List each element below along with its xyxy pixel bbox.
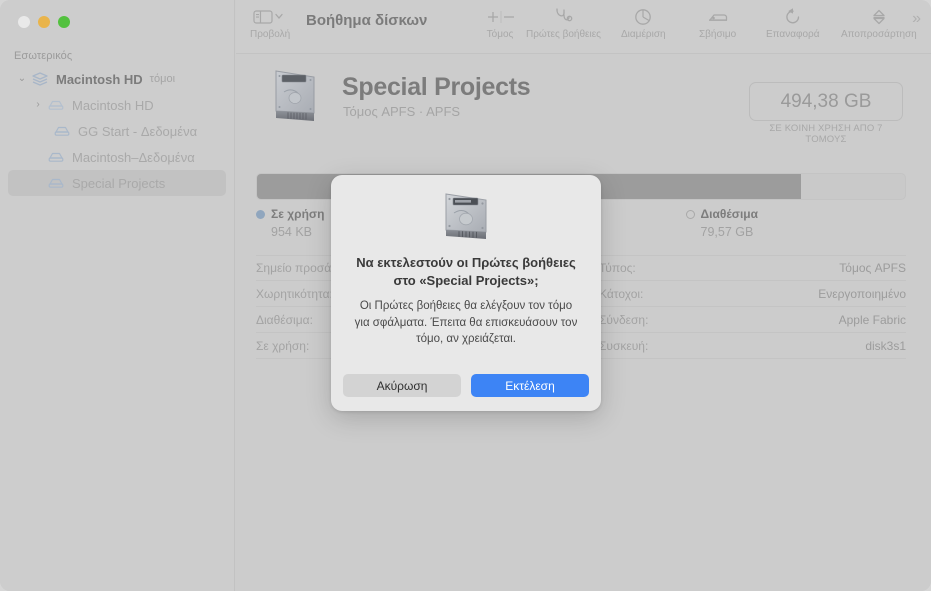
volume-subtitle: Τόμος APFS · APFS	[343, 104, 461, 119]
partition-button[interactable]: Διαμέριση	[621, 6, 666, 40]
first-aid-button[interactable]: Πρώτες βοήθειες	[526, 6, 601, 40]
detail-value: Ενεργοποιημένο	[818, 286, 906, 301]
unmount-label: Αποπροσάρτηση	[841, 29, 917, 40]
drive-icon	[46, 175, 66, 191]
window-title: Βοήθημα δίσκων	[306, 12, 428, 29]
restore-button[interactable]: Επαναφορά	[766, 6, 820, 40]
disclosure-triangle-icon[interactable]: ⌄	[14, 74, 30, 84]
detail-key: Χωρητικότητα:	[256, 286, 333, 301]
volume-button[interactable]: Τόμος	[476, 6, 524, 40]
sidebar-item-label: Special Projects	[72, 175, 166, 191]
toolbar-overflow-icon[interactable]: »	[912, 10, 921, 28]
first-aid-confirm-dialog: Να εκτελεστούν οι Πρώτες βοήθειες στο «S…	[331, 175, 601, 411]
detail-key: Διαθέσιμα:	[256, 312, 313, 327]
table-row: Σύνδεση: Apple Fabric	[599, 307, 906, 333]
sidebar-item-gg-start-data[interactable]: GG Start - Δεδομένα	[8, 118, 226, 144]
detail-key: Τύπος:	[599, 261, 636, 275]
sidebar-item-special-projects[interactable]: Special Projects	[8, 170, 226, 196]
capacity-caption: ΣΕ ΚΟΙΝΗ ΧΡΗΣΗ ΑΠΟ 7 ΤΟΜΟΥΣ	[769, 123, 883, 145]
stethoscope-icon[interactable]	[549, 6, 577, 28]
legend-item-free: Διαθέσιμα 79,57 GB	[685, 207, 759, 239]
legend-item-used: Σε χρήση 954 KB	[256, 207, 324, 239]
table-row: Συσκευή: disk3s1	[599, 333, 906, 359]
view-toggle-button[interactable]: Προβολή	[250, 6, 290, 40]
sidebar-item-label: Macintosh HD	[72, 97, 154, 113]
sidebar-item-label: GG Start - Δεδομένα	[78, 123, 198, 139]
drive-icon	[46, 149, 66, 165]
erase-label: Σβήσιμο	[699, 29, 737, 40]
pie-chart-icon[interactable]	[632, 6, 654, 28]
restore-label: Επαναφορά	[766, 29, 820, 40]
detail-value: Apple Fabric	[838, 312, 906, 327]
detail-key: Σύνδεση:	[599, 312, 649, 327]
cancel-button[interactable]: Ακύρωση	[343, 374, 461, 397]
eject-icon[interactable]	[868, 6, 890, 28]
legend-value: 79,57 GB	[700, 225, 754, 239]
window-controls	[18, 16, 70, 28]
dialog-button-row: Ακύρωση Εκτέλεση	[343, 374, 589, 397]
hard-drive-icon	[435, 189, 497, 245]
table-row: Κάτοχοι: Ενεργοποιημένο	[599, 281, 906, 307]
legend-label: Σε χρήση	[271, 207, 325, 221]
legend-swatch-free-icon	[685, 209, 695, 219]
first-aid-label: Πρώτες βοήθειες	[526, 29, 601, 40]
sidebar-item-sublabel: τόμοι	[149, 73, 176, 85]
disk-utility-window: Εσωτερικός ⌄ Macintosh HD τόμοι › Macint…	[0, 0, 931, 591]
details-column-right: Τύπος: Τόμος APFS Κάτοχοι: Ενεργοποιημέν…	[581, 255, 906, 359]
maximize-button[interactable]	[58, 16, 70, 28]
sidebar-item-label: Macintosh–Δεδομένα	[72, 149, 195, 165]
partition-label: Διαμέριση	[621, 29, 666, 40]
minimize-button[interactable]	[38, 16, 50, 28]
dialog-message: Οι Πρώτες βοήθειες θα ελέγξουν τον τόμο …	[354, 300, 578, 346]
sidebar-item-macintosh-hd[interactable]: › Macintosh HD	[8, 92, 226, 118]
toolbar: Προβολή Βοήθημα δίσκων Τόμος Πρώτες βοήθ…	[236, 0, 931, 54]
sidebar-list: ⌄ Macintosh HD τόμοι › Macintosh HD GG S…	[8, 66, 226, 196]
sidebar-item-macintosh-hd-container[interactable]: ⌄ Macintosh HD τόμοι	[8, 66, 226, 92]
disclosure-triangle-icon[interactable]: ›	[30, 100, 46, 110]
detail-key: Κάτοχοι:	[599, 286, 644, 301]
detail-value: disk3s1	[865, 338, 906, 353]
eraser-icon[interactable]	[705, 6, 731, 28]
sidebar: Εσωτερικός ⌄ Macintosh HD τόμοι › Macint…	[0, 0, 235, 591]
sidebar-item-label: Macintosh HD	[56, 71, 143, 87]
stack-icon	[30, 71, 50, 87]
sidebar-toggle-icon[interactable]	[253, 6, 287, 28]
plus-minus-icon[interactable]	[476, 6, 524, 28]
sidebar-item-macintosh-data[interactable]: Macintosh–Δεδομένα	[8, 144, 226, 170]
unmount-button[interactable]: Αποπροσάρτηση	[841, 6, 917, 40]
detail-key: Συσκευή:	[599, 338, 649, 353]
legend-value: 954 KB	[271, 225, 313, 239]
view-toggle-label: Προβολή	[250, 29, 291, 40]
volume-label: Τόμος	[486, 29, 514, 40]
sidebar-section-header: Εσωτερικός	[14, 50, 73, 62]
detail-key: Σε χρήση:	[256, 338, 310, 353]
drive-icon	[52, 123, 72, 139]
volume-title: Special Projects	[342, 73, 531, 101]
close-button[interactable]	[18, 16, 30, 28]
drive-icon	[46, 97, 66, 113]
capacity-badge: 494,38 GB	[749, 82, 903, 121]
dialog-title: Να εκτελεστούν οι Πρώτες βοήθειες στο «S…	[356, 255, 576, 288]
legend-label: Διαθέσιμα	[700, 207, 759, 221]
table-row: Τύπος: Τόμος APFS	[599, 255, 906, 281]
volume-hard-drive-icon	[266, 65, 324, 127]
erase-button[interactable]: Σβήσιμο	[699, 6, 736, 40]
run-button[interactable]: Εκτέλεση	[471, 374, 589, 397]
restore-icon[interactable]	[782, 6, 804, 28]
legend-swatch-used-icon	[256, 209, 265, 219]
detail-value: Τόμος APFS	[839, 261, 906, 275]
